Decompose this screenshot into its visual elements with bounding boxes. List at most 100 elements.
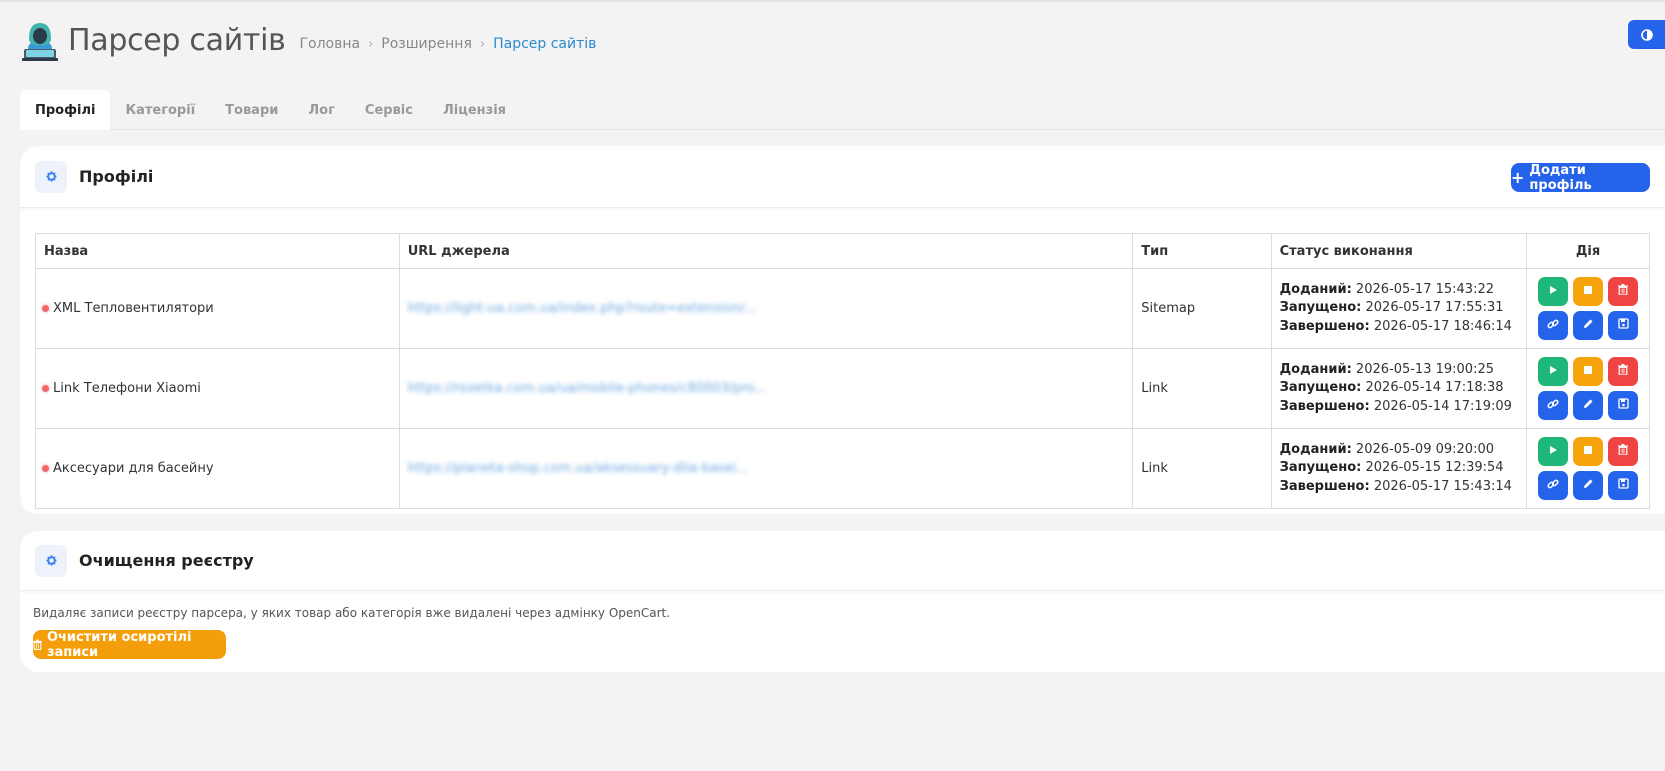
cleanup-panel-title: Очищення реєстру (79, 551, 254, 570)
status-finished-value: 2026-05-14 17:19:09 (1373, 398, 1512, 414)
trash-icon (1618, 284, 1628, 299)
profile-status-cell: Доданий: 2026-05-17 15:43:22 Запущено: 20… (1270, 268, 1528, 349)
status-added-label: Доданий: (1279, 281, 1352, 297)
play-icon (1548, 364, 1558, 379)
profiles-table: Назва URL джерела Тип Статус виконання Д… (35, 233, 1650, 509)
breadcrumb-current[interactable]: Парсер сайтів (493, 36, 596, 52)
edit-button[interactable] (1573, 391, 1603, 420)
tab-products[interactable]: Товари (210, 90, 293, 130)
pencil-icon (1583, 478, 1594, 493)
clean-orphans-button[interactable]: Очистити осиротілі записи (33, 629, 226, 660)
tab-log[interactable]: Лог (293, 90, 350, 130)
column-header-url: URL джерела (398, 233, 1134, 269)
status-finished-label: Завершено: (1279, 318, 1370, 334)
column-header-status: Статус виконання (1270, 233, 1528, 269)
profile-status-cell: Доданий: 2026-05-13 19:00:25 Запущено: 20… (1270, 348, 1528, 429)
breadcrumb: Головна › Розширення › Парсер сайтів (299, 36, 596, 52)
profile-name: XML Тепловентилятори (53, 301, 214, 316)
edit-button[interactable] (1573, 311, 1603, 340)
trash-icon (33, 639, 42, 650)
profile-url-cell: https://light-ua.com.ua/index.php?route=… (398, 268, 1134, 349)
status-started-value: 2026-05-15 12:39:54 (1365, 460, 1504, 476)
links-button[interactable] (1538, 471, 1568, 500)
profile-url-cell: https://rozetka.com.ua/ua/mobile-phones/… (398, 348, 1134, 429)
play-icon (1548, 284, 1558, 299)
contrast-icon (1641, 28, 1653, 41)
save-icon (1617, 398, 1629, 413)
tab-service[interactable]: Сервіс (350, 90, 428, 130)
status-added-label: Доданий: (1279, 441, 1352, 457)
profile-status-cell: Доданий: 2026-05-09 09:20:00 Запущено: 20… (1270, 428, 1528, 509)
delete-button[interactable] (1608, 277, 1638, 306)
save-button[interactable] (1608, 311, 1638, 340)
status-dot (42, 385, 49, 392)
status-dot (42, 465, 49, 472)
profile-url-link[interactable]: https://planeta-shop.com.ua/aksessuary-d… (408, 461, 749, 476)
links-button[interactable] (1538, 311, 1568, 340)
tab-profiles[interactable]: Профілі (20, 90, 111, 130)
pencil-icon (1583, 398, 1594, 413)
theme-toggle-button[interactable] (1628, 20, 1665, 49)
status-added: Доданий: 2026-05-13 19:00:25 (1280, 361, 1518, 380)
save-button[interactable] (1608, 471, 1638, 500)
status-finished: Завершено: 2026-05-17 15:43:14 (1280, 478, 1518, 497)
stop-button[interactable] (1573, 277, 1603, 306)
stop-icon (1583, 364, 1593, 379)
table-row: Link Телефони Xiaomi https://rozetka.com.… (35, 348, 1650, 429)
stop-button[interactable] (1573, 437, 1603, 466)
add-profile-label: Додати профіль (1529, 162, 1592, 193)
trash-icon (1618, 444, 1628, 459)
profile-type: Link (1132, 348, 1272, 429)
status-started-label: Запущено: (1279, 380, 1362, 396)
links-button[interactable] (1538, 391, 1568, 420)
status-added-value: 2026-05-17 15:43:22 (1355, 281, 1494, 297)
chevron-right-icon: › (479, 36, 486, 52)
profile-actions-cell (1526, 268, 1650, 349)
status-finished: Завершено: 2026-05-14 17:19:09 (1280, 398, 1518, 417)
profile-url-link[interactable]: https://rozetka.com.ua/ua/mobile-phones/… (408, 381, 767, 396)
chevron-right-icon: › (368, 36, 374, 52)
cleanup-panel-header: Очищення реєстру (20, 531, 1665, 591)
profiles-panel-title: Профілі (79, 167, 154, 186)
breadcrumb-home[interactable]: Головна (299, 36, 360, 52)
status-started: Запущено: 2026-05-15 12:39:54 (1280, 459, 1518, 478)
status-dot (42, 305, 49, 312)
clean-orphans-label: Очистити осиротілі записи (46, 629, 192, 660)
tab-categories[interactable]: Категорії (110, 90, 210, 130)
plus-icon: + (1511, 167, 1525, 187)
profile-type: Sitemap (1132, 268, 1272, 349)
link-icon (1547, 478, 1559, 494)
column-header-name: Назва (35, 233, 400, 269)
breadcrumb-extensions[interactable]: Розширення (381, 36, 472, 52)
run-button[interactable] (1538, 357, 1568, 386)
column-header-type: Тип (1132, 233, 1272, 269)
delete-button[interactable] (1608, 357, 1638, 386)
stop-button[interactable] (1573, 357, 1603, 386)
status-finished-label: Завершено: (1279, 398, 1370, 414)
page-header: Парсер сайтів Головна › Розширення › Пар… (22, 18, 1665, 62)
run-button[interactable] (1538, 277, 1568, 306)
save-icon (1617, 318, 1629, 333)
profile-name-cell: XML Тепловентилятори (35, 268, 400, 349)
delete-button[interactable] (1608, 437, 1638, 466)
table-row: XML Тепловентилятори https://light-ua.com… (35, 268, 1650, 349)
status-started-value: 2026-05-17 17:55:31 (1365, 300, 1504, 316)
profile-url-link[interactable]: https://light-ua.com.ua/index.php?route=… (408, 301, 758, 316)
save-button[interactable] (1608, 391, 1638, 420)
tab-license[interactable]: Ліцензія (428, 90, 521, 130)
run-button[interactable] (1538, 437, 1568, 466)
profile-actions-cell (1526, 428, 1650, 509)
gear-icon (35, 544, 67, 577)
stop-icon (1583, 444, 1593, 459)
add-profile-button[interactable]: + Додати профіль (1511, 162, 1650, 193)
edit-button[interactable] (1573, 471, 1603, 500)
profile-actions-cell (1526, 348, 1650, 429)
pencil-icon (1583, 318, 1594, 333)
status-added-value: 2026-05-09 09:20:00 (1355, 441, 1494, 457)
top-border (0, 0, 1665, 2)
status-added-label: Доданий: (1279, 361, 1352, 377)
gear-icon (35, 160, 67, 193)
profile-url-cell: https://planeta-shop.com.ua/aksessuary-d… (398, 428, 1134, 509)
profile-name: Аксесуари для басейну (53, 461, 214, 476)
status-finished-value: 2026-05-17 18:46:14 (1373, 318, 1512, 334)
